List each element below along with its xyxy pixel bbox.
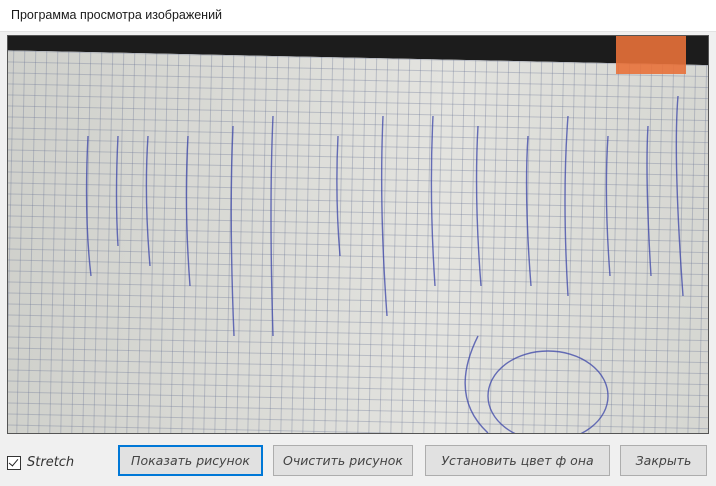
title-bar: Программа просмотра изображений [0,0,716,32]
window-title: Программа просмотра изображений [11,8,223,22]
checkbox-checked-icon[interactable] [7,455,21,470]
close-button[interactable]: Закрыть [620,445,707,476]
show-picture-button[interactable]: Показать рисунок [118,445,263,476]
stretch-checkbox[interactable]: Stretch [7,455,74,470]
notebook-photo [8,36,708,433]
picture-box [7,35,709,434]
stretch-label: Stretch [27,455,75,470]
set-background-color-button[interactable]: Установить цвет ф она [425,445,610,476]
clear-picture-button[interactable]: Очистить рисунок [273,445,413,476]
